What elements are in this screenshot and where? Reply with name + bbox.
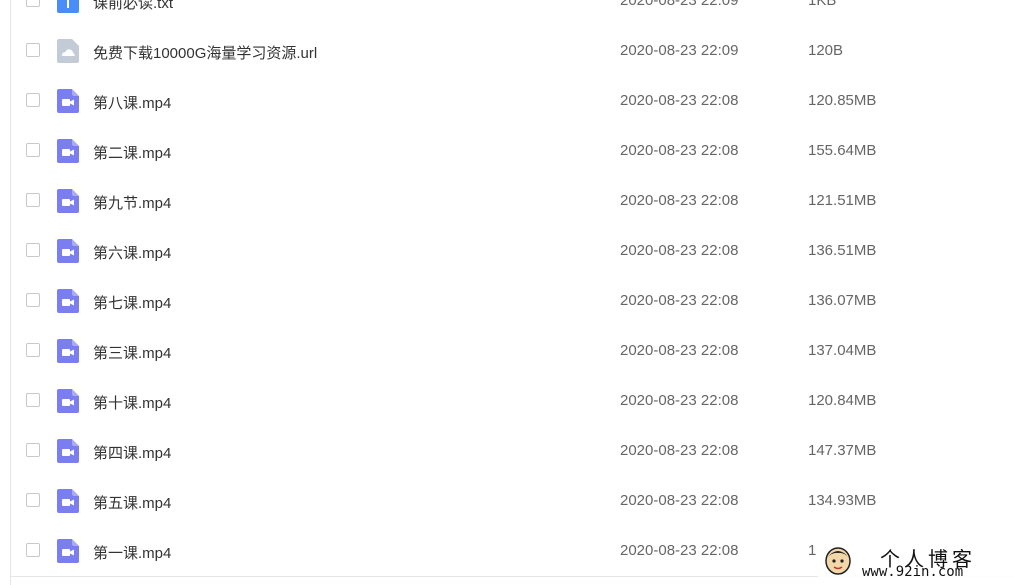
avatar-logo-icon xyxy=(825,547,851,575)
file-name-link[interactable]: 第四课.mp4 xyxy=(93,442,171,463)
file-modified-date: 2020-08-23 22:08 xyxy=(620,92,739,109)
file-size: 134.93MB xyxy=(808,492,877,509)
file-modified-date: 2020-08-23 22:08 xyxy=(620,442,739,459)
file-name-link[interactable]: 免费下载10000G海量学习资源.url xyxy=(93,42,317,63)
file-row[interactable]: 第四课.mp4 2020-08-23 22:08 147.37MB xyxy=(0,426,1014,476)
file-size: 147.37MB xyxy=(808,442,877,459)
file-row[interactable]: 第九节.mp4 2020-08-23 22:08 121.51MB xyxy=(0,176,1014,226)
row-checkbox[interactable] xyxy=(26,143,40,157)
file-modified-date: 2020-08-23 22:08 xyxy=(620,542,739,559)
file-modified-date: 2020-08-23 22:08 xyxy=(620,242,739,259)
file-row[interactable]: 课前必读.txt 2020-08-23 22:09 1KB xyxy=(0,0,1014,26)
file-modified-date: 2020-08-23 22:08 xyxy=(620,142,739,159)
file-name-link[interactable]: 第七课.mp4 xyxy=(93,292,171,313)
url-file-icon xyxy=(57,39,79,63)
video-file-icon xyxy=(57,89,79,113)
video-file-icon xyxy=(57,489,79,513)
file-size: 120.85MB xyxy=(808,92,877,109)
file-row[interactable]: 第七课.mp4 2020-08-23 22:08 136.07MB xyxy=(0,276,1014,326)
file-name-link[interactable]: 第十课.mp4 xyxy=(93,392,171,413)
video-file-icon xyxy=(57,289,79,313)
row-checkbox[interactable] xyxy=(26,293,40,307)
file-name-link[interactable]: 第九节.mp4 xyxy=(93,192,171,213)
video-file-icon xyxy=(57,389,79,413)
file-size: 120B xyxy=(808,42,844,59)
file-modified-date: 2020-08-23 22:08 xyxy=(620,292,739,309)
row-checkbox[interactable] xyxy=(26,243,40,257)
file-modified-date: 2020-08-23 22:08 xyxy=(620,492,739,509)
row-checkbox[interactable] xyxy=(26,343,40,357)
row-checkbox[interactable] xyxy=(26,493,40,507)
file-row[interactable]: 第六课.mp4 2020-08-23 22:08 136.51MB xyxy=(0,226,1014,276)
file-name-link[interactable]: 课前必读.txt xyxy=(93,0,173,13)
site-watermark: 个人博客 www.92in.com xyxy=(818,540,1014,585)
file-size: 1KB xyxy=(808,0,837,9)
file-row[interactable]: 免费下载10000G海量学习资源.url 2020-08-23 22:09 120B xyxy=(0,26,1014,76)
text-file-icon xyxy=(57,0,79,13)
file-name-link[interactable]: 第五课.mp4 xyxy=(93,492,171,513)
file-name-link[interactable]: 第二课.mp4 xyxy=(93,142,171,163)
file-name-link[interactable]: 第六课.mp4 xyxy=(93,242,171,263)
watermark-url: www.92in.com xyxy=(862,564,964,580)
row-checkbox[interactable] xyxy=(26,43,40,57)
file-modified-date: 2020-08-23 22:09 xyxy=(620,0,739,9)
row-checkbox[interactable] xyxy=(26,93,40,107)
file-modified-date: 2020-08-23 22:08 xyxy=(620,192,739,209)
file-size: 1 xyxy=(808,542,817,559)
file-name-link[interactable]: 第一课.mp4 xyxy=(93,542,171,563)
video-file-icon xyxy=(57,539,79,563)
row-checkbox[interactable] xyxy=(26,193,40,207)
file-list: 课前必读.txt 2020-08-23 22:09 1KB 免费下载10000G海量学… xyxy=(0,0,1014,576)
file-row[interactable]: 第二课.mp4 2020-08-23 22:08 155.64MB xyxy=(0,126,1014,176)
file-size: 137.04MB xyxy=(808,342,877,359)
file-size: 121.51MB xyxy=(808,192,877,209)
file-modified-date: 2020-08-23 22:09 xyxy=(620,42,739,59)
row-checkbox[interactable] xyxy=(26,393,40,407)
video-file-icon xyxy=(57,189,79,213)
row-checkbox[interactable] xyxy=(26,443,40,457)
file-size: 136.51MB xyxy=(808,242,877,259)
file-modified-date: 2020-08-23 22:08 xyxy=(620,392,739,409)
file-size: 136.07MB xyxy=(808,292,877,309)
row-checkbox[interactable] xyxy=(26,543,40,557)
video-file-icon xyxy=(57,439,79,463)
file-row[interactable]: 第十课.mp4 2020-08-23 22:08 120.84MB xyxy=(0,376,1014,426)
file-size: 120.84MB xyxy=(808,392,877,409)
file-modified-date: 2020-08-23 22:08 xyxy=(620,342,739,359)
video-file-icon xyxy=(57,139,79,163)
video-file-icon xyxy=(57,339,79,363)
file-name-link[interactable]: 第八课.mp4 xyxy=(93,92,171,113)
video-file-icon xyxy=(57,239,79,263)
file-row[interactable]: 第五课.mp4 2020-08-23 22:08 134.93MB xyxy=(0,476,1014,526)
file-row[interactable]: 第三课.mp4 2020-08-23 22:08 137.04MB xyxy=(0,326,1014,376)
file-row[interactable]: 第八课.mp4 2020-08-23 22:08 120.85MB xyxy=(0,76,1014,126)
file-size: 155.64MB xyxy=(808,142,877,159)
file-browser: 课前必读.txt 2020-08-23 22:09 1KB 免费下载10000G海量学… xyxy=(0,0,1014,585)
row-checkbox[interactable] xyxy=(26,0,40,7)
file-name-link[interactable]: 第三课.mp4 xyxy=(93,342,171,363)
